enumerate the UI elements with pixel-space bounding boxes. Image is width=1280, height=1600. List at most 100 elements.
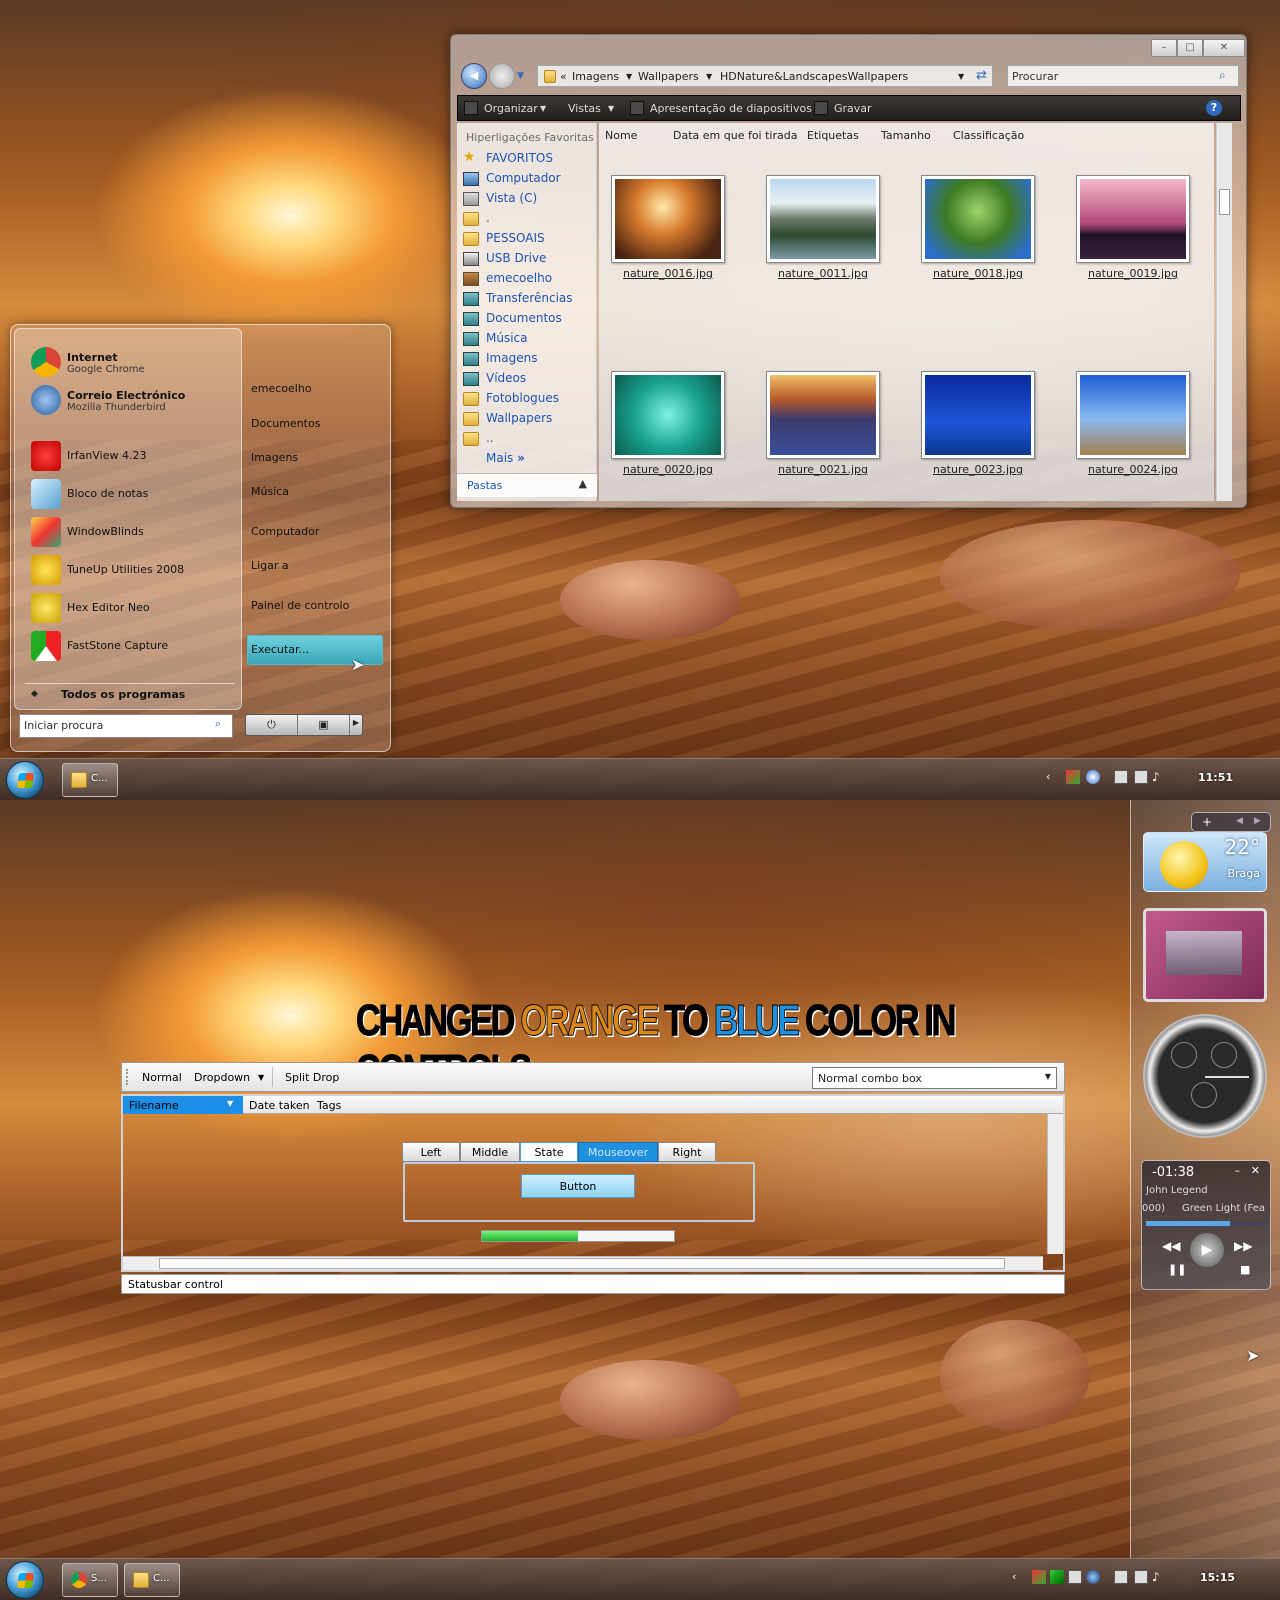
nav-item-fotoblogues[interactable]: Fotoblogues xyxy=(463,391,593,409)
search-icon[interactable]: ⌕ xyxy=(215,717,221,731)
nav-item-transferencias[interactable]: Transferências xyxy=(463,291,593,309)
lock-icon[interactable]: ▣ xyxy=(298,715,350,735)
breadcrumb-item[interactable]: Wallpapers xyxy=(638,70,699,83)
nav-item-pessoais[interactable]: PESSOAIS xyxy=(463,231,593,249)
file-name[interactable]: nature_0021.jpg xyxy=(758,463,888,476)
column-header[interactable]: Data em que foi tirada xyxy=(673,129,797,142)
chevron-down-icon[interactable]: ▼ xyxy=(540,104,546,113)
nav-item-usb-drive[interactable]: USB Drive xyxy=(463,251,593,269)
normal-button[interactable]: Normal xyxy=(142,1071,182,1084)
tray-app-icon[interactable] xyxy=(1068,1570,1082,1584)
taskbar-button-explorer[interactable]: C... xyxy=(62,763,118,797)
program-hex-editor[interactable]: Hex Editor Neo xyxy=(27,591,237,625)
chevron-left-icon[interactable]: ‹ xyxy=(1046,770,1060,784)
network-icon[interactable] xyxy=(1114,1570,1128,1584)
split-drop-button[interactable]: Split Drop xyxy=(285,1071,339,1084)
chevron-down-icon[interactable]: ▼ xyxy=(958,72,964,81)
volume-icon[interactable]: ♪ xyxy=(1152,1570,1166,1584)
dropdown-button[interactable]: Dropdown xyxy=(194,1071,250,1084)
nav-item-documentos[interactable]: Documentos xyxy=(463,311,593,329)
column-header[interactable]: Tamanho xyxy=(881,129,931,142)
views-button[interactable]: Vistas xyxy=(568,102,601,115)
link-ligar-a[interactable]: Ligar a xyxy=(251,559,289,572)
maximize-button[interactable]: □ xyxy=(1177,39,1203,57)
all-programs-link[interactable]: Todos os programas xyxy=(61,688,185,701)
slideshow-gadget[interactable] xyxy=(1143,908,1267,1002)
play-icon[interactable]: ▶ xyxy=(1190,1233,1224,1267)
network-icon[interactable] xyxy=(1114,770,1128,784)
pause-icon[interactable]: ❚❚ xyxy=(1168,1263,1186,1276)
image-thumbnail[interactable] xyxy=(611,175,725,263)
start-button[interactable] xyxy=(6,761,44,799)
slideshow-button[interactable]: Apresentação de diapositivos xyxy=(650,102,812,115)
start-button[interactable] xyxy=(6,1561,44,1599)
link-documentos[interactable]: Documentos xyxy=(251,417,320,430)
file-name[interactable]: nature_0016.jpg xyxy=(603,267,733,280)
tray-app-icon[interactable] xyxy=(1050,1570,1064,1584)
image-thumbnail[interactable] xyxy=(1076,175,1190,263)
chevron-right-icon[interactable]: ▶ xyxy=(350,715,362,735)
horizontal-scrollbar[interactable] xyxy=(123,1256,1043,1270)
tray-app-icon[interactable] xyxy=(1086,1570,1100,1584)
program-windowblinds[interactable]: WindowBlinds xyxy=(27,515,237,549)
segment-middle[interactable]: Middle xyxy=(460,1142,520,1162)
link-musica[interactable]: Música xyxy=(251,485,289,498)
pinned-email[interactable]: Correio Electrónico Mozilla Thunderbird xyxy=(27,383,237,417)
nav-more-link[interactable]: Mais » xyxy=(463,451,593,469)
nav-item-favoritos[interactable]: ★ FAVORITOS xyxy=(463,149,593,169)
nav-item-imagens[interactable]: Imagens xyxy=(463,351,593,369)
file-name[interactable]: nature_0018.jpg xyxy=(913,267,1043,280)
column-header[interactable]: Filename ▼ xyxy=(123,1096,243,1114)
history-dropdown-icon[interactable]: ▼ xyxy=(517,71,524,81)
weather-gadget[interactable]: 22° Braga xyxy=(1143,832,1267,892)
burn-button[interactable]: Gravar xyxy=(834,102,872,115)
close-icon[interactable]: ✕ xyxy=(1251,1164,1260,1177)
image-thumbnail[interactable] xyxy=(766,371,880,459)
vertical-scrollbar[interactable] xyxy=(1216,123,1232,501)
nav-item-up[interactable]: .. xyxy=(463,431,593,449)
clock-gadget[interactable] xyxy=(1143,1014,1267,1138)
link-user[interactable]: emecoelho xyxy=(251,382,312,395)
forward-button[interactable] xyxy=(489,63,515,89)
address-bar[interactable]: « Imagens ▼ Wallpapers ▼ HDNature&Landsc… xyxy=(537,65,993,87)
close-button[interactable]: ✕ xyxy=(1203,39,1245,57)
rewind-icon[interactable]: ◀◀ xyxy=(1162,1239,1180,1253)
link-painel-controlo[interactable]: Painel de controlo xyxy=(251,599,349,612)
nav-item-emecoelho[interactable]: emecoelho xyxy=(463,271,593,289)
segment-mouseover[interactable]: Mouseover xyxy=(578,1142,658,1162)
help-icon[interactable]: ? xyxy=(1206,100,1222,116)
power-tray-icon[interactable] xyxy=(1134,770,1148,784)
search-icon[interactable]: ⌕ xyxy=(1219,68,1226,83)
file-name[interactable]: nature_0011.jpg xyxy=(758,267,888,280)
search-input[interactable]: Procurar xyxy=(1007,65,1239,87)
seek-bar[interactable] xyxy=(1146,1221,1266,1226)
tray-app-icon[interactable] xyxy=(1086,770,1100,784)
nav-item-musica[interactable]: Música xyxy=(463,331,593,349)
segment-left[interactable]: Left xyxy=(402,1142,460,1162)
program-irfanview[interactable]: IrfanView 4.23 xyxy=(27,439,237,473)
column-header[interactable]: Tags xyxy=(317,1099,341,1112)
power-icon[interactable]: ⏻ xyxy=(246,715,298,735)
folders-toggle[interactable]: Pastas ▲ xyxy=(457,473,597,497)
demo-button[interactable]: Button xyxy=(521,1174,635,1198)
start-search-input[interactable]: Iniciar procura xyxy=(19,714,233,738)
file-name[interactable]: nature_0019.jpg xyxy=(1068,267,1198,280)
clock[interactable]: 15:15 xyxy=(1200,1571,1235,1584)
segment-right[interactable]: Right xyxy=(658,1142,716,1162)
chevron-left-icon[interactable]: ◀ xyxy=(1236,816,1243,826)
link-computador[interactable]: Computador xyxy=(251,525,319,538)
taskbar-button-chrome[interactable]: S... xyxy=(62,1563,118,1597)
nav-item-dot[interactable]: . xyxy=(463,211,593,229)
organize-button[interactable]: Organizar xyxy=(484,102,538,115)
image-thumbnail[interactable] xyxy=(611,371,725,459)
tray-app-icon[interactable] xyxy=(1032,1570,1046,1584)
file-name[interactable]: nature_0020.jpg xyxy=(603,463,733,476)
add-gadget-icon[interactable]: + xyxy=(1202,815,1212,829)
nav-item-videos[interactable]: Vídeos xyxy=(463,371,593,389)
volume-icon[interactable]: ♪ xyxy=(1152,770,1166,784)
nav-item-wallpapers[interactable]: Wallpapers xyxy=(463,411,593,429)
back-button[interactable]: ◀ xyxy=(461,63,487,89)
chevron-down-icon[interactable]: ▼ xyxy=(706,72,712,81)
vertical-scrollbar[interactable] xyxy=(1047,1114,1063,1254)
scroll-thumb[interactable] xyxy=(159,1258,1005,1269)
